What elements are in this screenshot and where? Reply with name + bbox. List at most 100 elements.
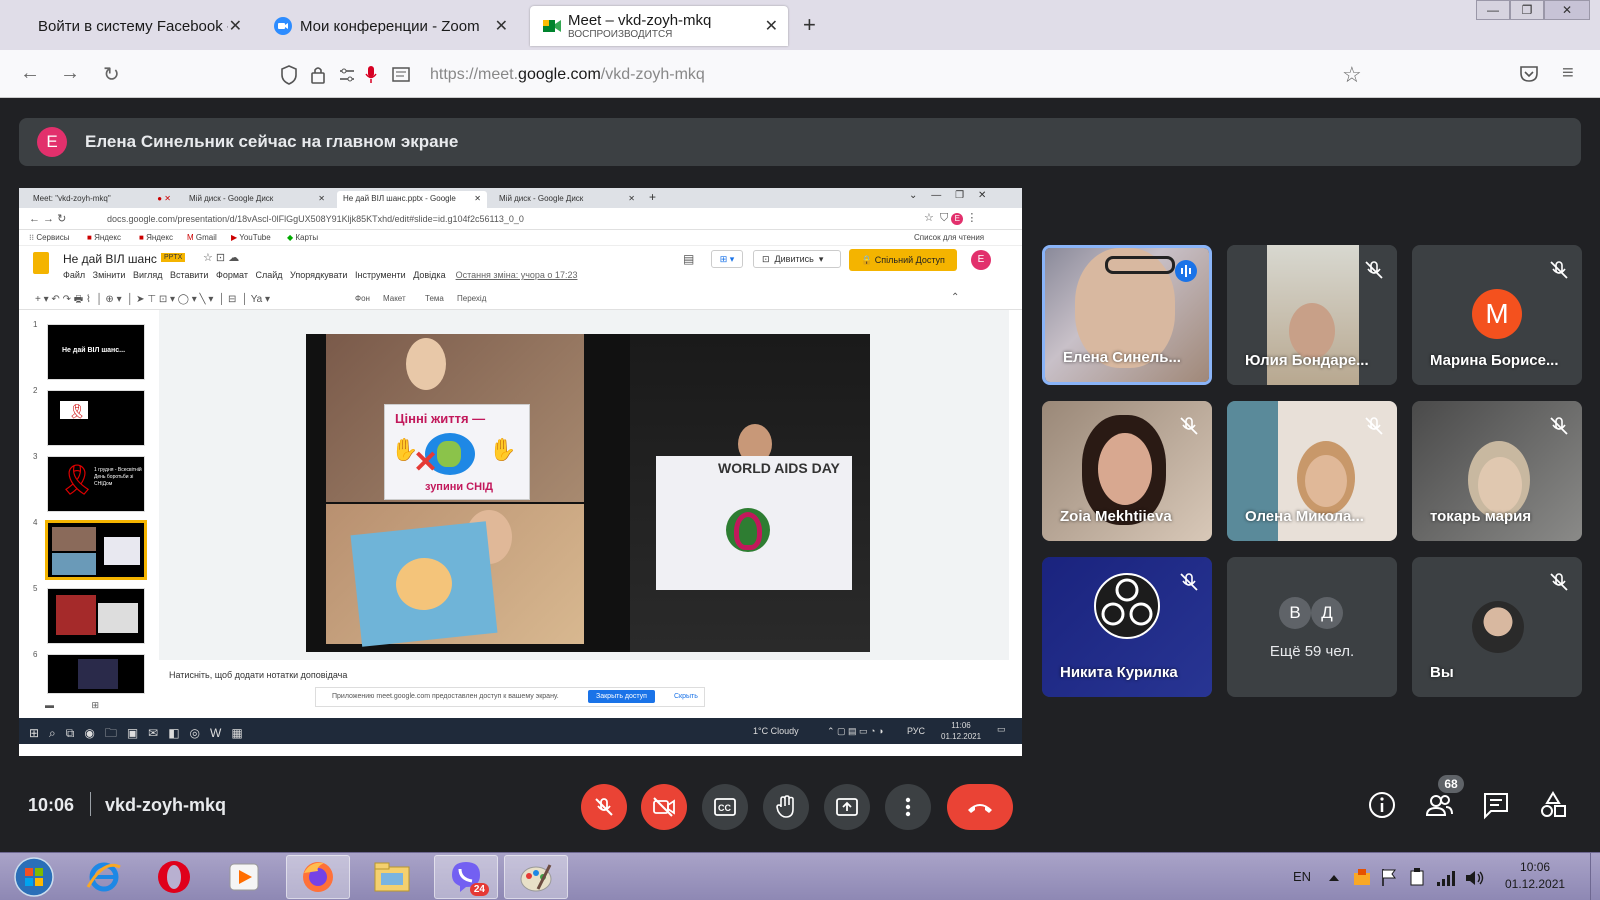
more-participants-label: Ещё 59 чел. xyxy=(1269,643,1355,660)
participant-tile[interactable]: Олена Микола... xyxy=(1227,401,1397,541)
taskbar-app-opera[interactable] xyxy=(142,855,206,899)
toggle-camera-button[interactable] xyxy=(641,784,687,830)
shared-tab: Meet: "vkd-zoyh-mkq" ● ✕ xyxy=(33,194,171,203)
participant-name: Никита Курилка xyxy=(1060,664,1178,681)
close-icon[interactable]: ✕ xyxy=(765,16,778,36)
shared-address-bar: ← → ↻ docs.google.com/presentation/d/18v… xyxy=(19,208,1022,230)
bookmark-star-icon[interactable]: ☆ xyxy=(1342,62,1362,88)
avatar xyxy=(1472,601,1524,653)
taskbar-app-viber[interactable]: 24 xyxy=(434,855,498,899)
close-window-button[interactable]: ✕ xyxy=(1544,0,1590,20)
participant-tile[interactable]: M Марина Борисе... xyxy=(1412,245,1582,385)
avatar: Д xyxy=(1311,597,1343,629)
captions-button[interactable]: CC xyxy=(702,784,748,830)
slide-thumbnail: 🎗 xyxy=(47,390,145,446)
close-icon[interactable]: ✕ xyxy=(229,16,242,36)
meet-icon xyxy=(543,20,561,32)
url-text[interactable]: https://meet.google.com/vkd-zoyh-mkq xyxy=(430,66,705,84)
opera-icon xyxy=(158,861,190,893)
presenter-banner: E Елена Синельник сейчас на главном экра… xyxy=(19,118,1581,166)
divider xyxy=(90,792,91,816)
obs-logo-icon xyxy=(1094,573,1160,639)
tab-meet[interactable]: Meet – vkd-zoyh-mkq ВОСПРОИЗВОДИТСЯ ✕ xyxy=(530,6,788,46)
avatar: E xyxy=(971,250,991,270)
reader-view-icon[interactable] xyxy=(392,66,410,84)
new-tab-button[interactable]: + xyxy=(803,12,816,38)
mic-off-icon xyxy=(1365,417,1383,435)
raise-hand-button[interactable] xyxy=(763,784,809,830)
participant-tile[interactable]: токарь мария xyxy=(1412,401,1582,541)
minimize-button[interactable]: — xyxy=(1476,0,1510,20)
people-icon[interactable] xyxy=(1424,790,1454,820)
taskbar-app-paint[interactable] xyxy=(504,855,568,899)
mic-off-icon xyxy=(1365,261,1383,279)
back-icon[interactable]: ← xyxy=(20,62,40,85)
internet-explorer-icon xyxy=(86,862,121,892)
taskbar-app-media[interactable] xyxy=(212,855,276,899)
camera-off-icon xyxy=(653,797,675,817)
toggle-mic-button[interactable] xyxy=(581,784,627,830)
speaking-indicator-icon xyxy=(1175,260,1197,282)
media-player-icon xyxy=(229,863,259,891)
pocket-icon[interactable] xyxy=(1519,65,1539,83)
microphone-icon[interactable] xyxy=(364,65,378,85)
avatar: M xyxy=(1472,289,1522,339)
more-participants-tile[interactable]: В Д Ещё 59 чел. xyxy=(1227,557,1397,697)
show-hidden-icons-icon[interactable] xyxy=(1328,873,1340,883)
more-options-button[interactable] xyxy=(885,784,931,830)
chat-icon[interactable] xyxy=(1481,790,1511,820)
url-bar[interactable]: https://meet.google.com/vkd-zoyh-mkq xyxy=(270,57,1364,91)
taskbar-app-firefox[interactable] xyxy=(286,855,350,899)
info-icon[interactable] xyxy=(1367,790,1397,820)
slides-menu: Файл Змінити Вигляд Вставити Формат Слай… xyxy=(63,270,578,280)
maximize-button[interactable]: ❐ xyxy=(1510,0,1544,20)
slide-thumbnail xyxy=(47,588,145,644)
mic-off-icon xyxy=(1550,573,1568,591)
show-desktop-button[interactable] xyxy=(1590,853,1600,900)
reload-icon[interactable]: ↻ xyxy=(103,62,120,87)
shared-screen[interactable]: Meet: "vkd-zoyh-mkq" ● ✕ Мій диск - Googl… xyxy=(19,188,1022,756)
network-signal-icon[interactable] xyxy=(1436,869,1456,887)
shared-windows-taskbar: ⊞ ⌕ ⧉ ◉ 🗀 ▣ ✉ ◧ ◎ W ▦ 1°C Cloudy ⌃ ▢ ▤ ▭… xyxy=(19,718,1022,744)
present-icon xyxy=(836,798,858,816)
volume-icon[interactable] xyxy=(1464,869,1486,887)
windows-start-button[interactable] xyxy=(2,855,66,899)
tab-zoom[interactable]: Мои конференции - Zoom ✕ xyxy=(262,6,518,46)
close-icon[interactable]: ✕ xyxy=(495,16,508,36)
leave-call-button[interactable] xyxy=(947,784,1013,830)
self-tile[interactable]: Вы xyxy=(1412,557,1582,697)
shared-tab: Не дай ВІЛ шанс.pptx - Google ✕ xyxy=(337,191,487,208)
taskbar-app-explorer[interactable] xyxy=(360,855,424,899)
menu-icon[interactable]: ≡ xyxy=(1562,62,1574,85)
screen-share-notice: Приложению meet.google.com предоставлен … xyxy=(315,687,705,707)
forward-icon[interactable]: → xyxy=(60,62,80,85)
system-clock[interactable]: 10:06 01.12.2021 xyxy=(1505,859,1565,893)
tray-app-icon[interactable] xyxy=(1352,867,1372,887)
windows-start-icon xyxy=(14,857,54,897)
tab-playing-label: ВОСПРОИЗВОДИТСЯ xyxy=(568,29,673,40)
slide-thumbnail: 🎗 1 грудня - Всесвітній День боротьби зі … xyxy=(47,456,145,512)
participant-tile[interactable]: Юлия Бондаре... xyxy=(1227,245,1397,385)
share-button: 🔒 Спільний Доступ xyxy=(849,249,957,271)
action-center-flag-icon[interactable] xyxy=(1380,867,1398,887)
hang-up-icon xyxy=(968,804,992,813)
tab-label: Мои конференции - Zoom xyxy=(300,17,480,35)
participant-tile[interactable]: Елена Синель... xyxy=(1042,245,1212,385)
shared-new-tab: + xyxy=(649,190,657,204)
file-explorer-icon xyxy=(374,862,410,892)
activities-icon[interactable] xyxy=(1538,790,1568,820)
participant-name: Zoia Mekhtiieva xyxy=(1060,508,1172,525)
participant-tile[interactable]: Никита Курилка xyxy=(1042,557,1212,697)
present-screen-button[interactable] xyxy=(824,784,870,830)
keyboard-language[interactable]: EN xyxy=(1293,869,1311,884)
slides-header: Не дай ВІЛ шанс PPTX ☆ ⊡ ☁ Файл Змінити … xyxy=(19,246,1022,288)
permissions-icon[interactable] xyxy=(338,66,356,84)
tab-facebook[interactable]: Войти в систему Facebook - Zo ✕ xyxy=(26,6,252,46)
power-icon[interactable] xyxy=(1408,867,1426,887)
participant-tile[interactable]: Zoia Mekhtiieva xyxy=(1042,401,1212,541)
taskbar-app-ie[interactable] xyxy=(72,855,136,899)
slide-thumbnails: 1 Не дай ВІЛ шанс... 2 🎗 3 🎗 1 грудня - В… xyxy=(19,310,159,720)
presenter-banner-text: Елена Синельник сейчас на главном экране xyxy=(85,132,459,151)
slide-photo xyxy=(326,504,584,647)
slide-thumbnail xyxy=(47,654,145,694)
